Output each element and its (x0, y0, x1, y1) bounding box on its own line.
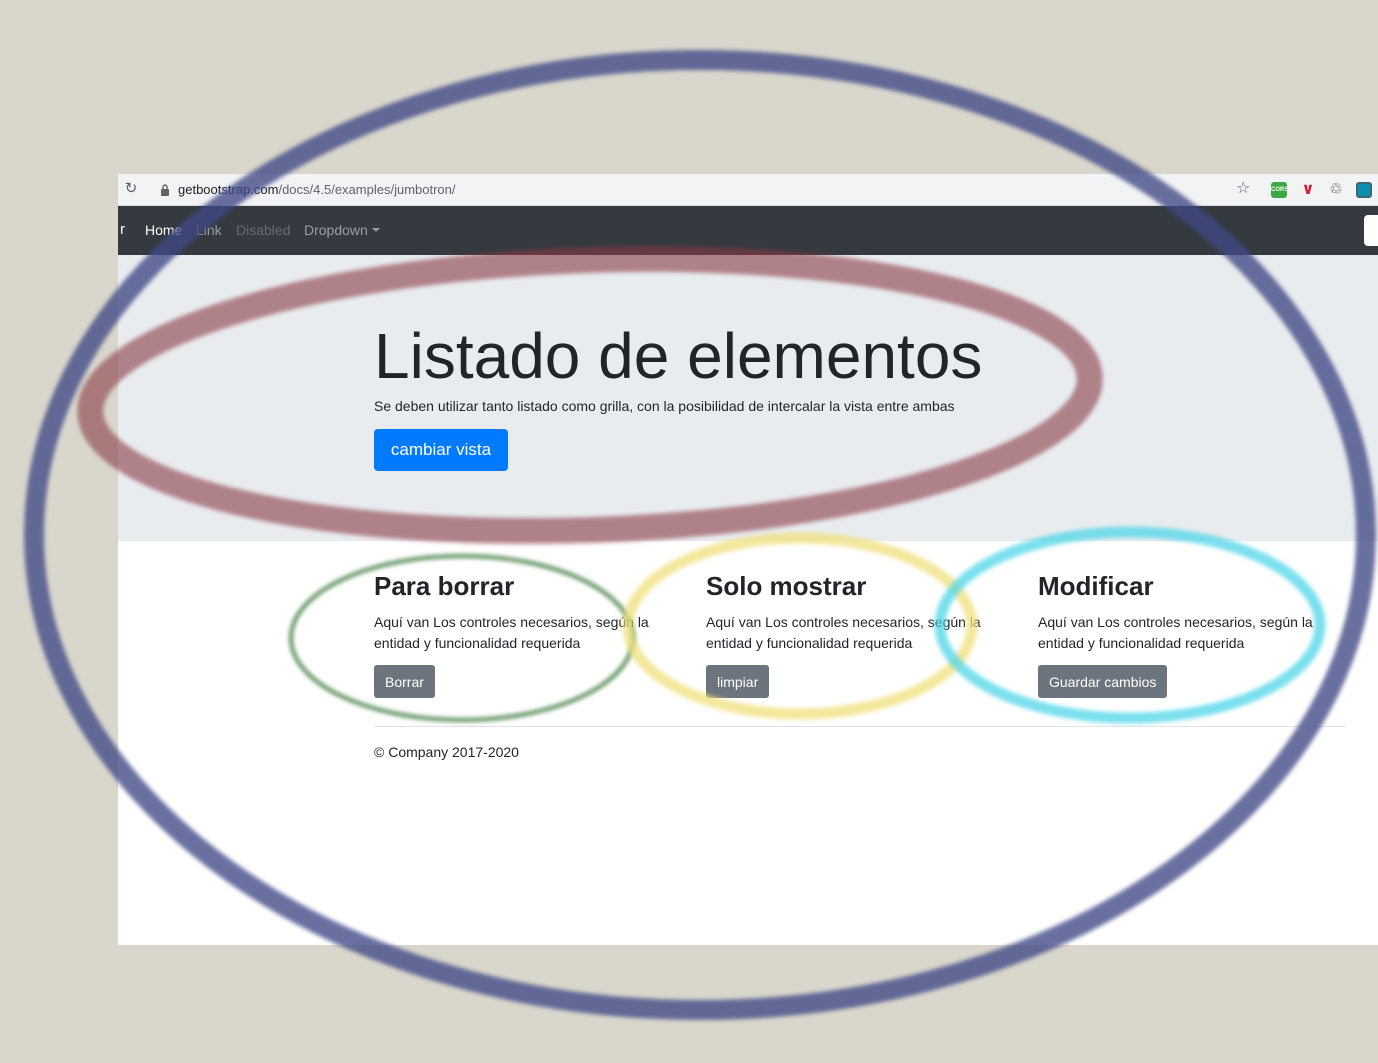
address-bar: ↻ getbootstrap.com/docs/4.5/examples/jum… (118, 174, 1378, 206)
footer-copyright: © Company 2017-2020 (374, 744, 519, 760)
nav-item-link[interactable]: Link (196, 222, 222, 238)
nav-item-home[interactable]: Home (145, 222, 182, 238)
clear-button[interactable]: limpiar (706, 665, 770, 698)
search-input[interactable] (1364, 215, 1378, 246)
divider (374, 726, 1346, 727)
column-heading: Para borrar (374, 571, 515, 601)
column-show: Solo mostrar Aquí van Los controles nece… (706, 571, 1006, 698)
column-delete: Para borrar Aquí van Los controles neces… (374, 571, 674, 698)
column-text: Aquí van Los controles necesarios, según… (374, 614, 649, 651)
c-extension-icon[interactable] (1356, 182, 1372, 198)
nav-item-disabled: Disabled (236, 222, 291, 238)
jumbotron-lead: Se deben utilizar tanto listado como gri… (374, 398, 955, 414)
url-text: getbootstrap.com/docs/4.5/examples/jumbo… (178, 182, 456, 197)
change-view-button[interactable]: cambiar vista (374, 429, 508, 471)
jumbotron: Listado de elementos Se deben utilizar t… (118, 255, 1378, 541)
slide-canvas: ↻ getbootstrap.com/docs/4.5/examples/jum… (0, 0, 1378, 1063)
reload-icon[interactable]: ↻ (122, 180, 140, 198)
navbar-brand[interactable]: r (120, 221, 125, 238)
nav-item-dropdown-label: Dropdown (304, 222, 368, 238)
navbar: r Home Link Disabled Dropdown (118, 206, 1378, 255)
page-title: Listado de elementos (374, 320, 983, 392)
cors-extension-icon[interactable]: CORS (1271, 182, 1288, 198)
save-changes-button[interactable]: Guardar cambios (1038, 665, 1168, 698)
browser-window: ↻ getbootstrap.com/docs/4.5/examples/jum… (118, 174, 1378, 945)
url-path: /docs/4.5/examples/jumbotron/ (278, 182, 456, 197)
column-heading: Modificar (1038, 571, 1154, 601)
column-modify: Modificar Aquí van Los controles necesar… (1038, 571, 1338, 698)
v-extension-icon[interactable]: ∨ (1300, 182, 1316, 198)
column-text: Aquí van Los controles necesarios, según… (706, 614, 981, 651)
lock-icon (161, 184, 169, 196)
column-text: Aquí van Los controles necesarios, según… (1038, 614, 1313, 651)
nav-item-dropdown[interactable]: Dropdown (304, 222, 380, 238)
bookmark-star-icon[interactable]: ☆ (1236, 179, 1250, 199)
url-field[interactable]: getbootstrap.com/docs/4.5/examples/jumbo… (148, 178, 1268, 202)
delete-button[interactable]: Borrar (374, 665, 435, 698)
url-host: getbootstrap.com (178, 182, 279, 197)
caret-down-icon (371, 228, 380, 232)
column-heading: Solo mostrar (706, 571, 867, 601)
recycle-extension-icon[interactable]: ♲ (1328, 182, 1344, 198)
